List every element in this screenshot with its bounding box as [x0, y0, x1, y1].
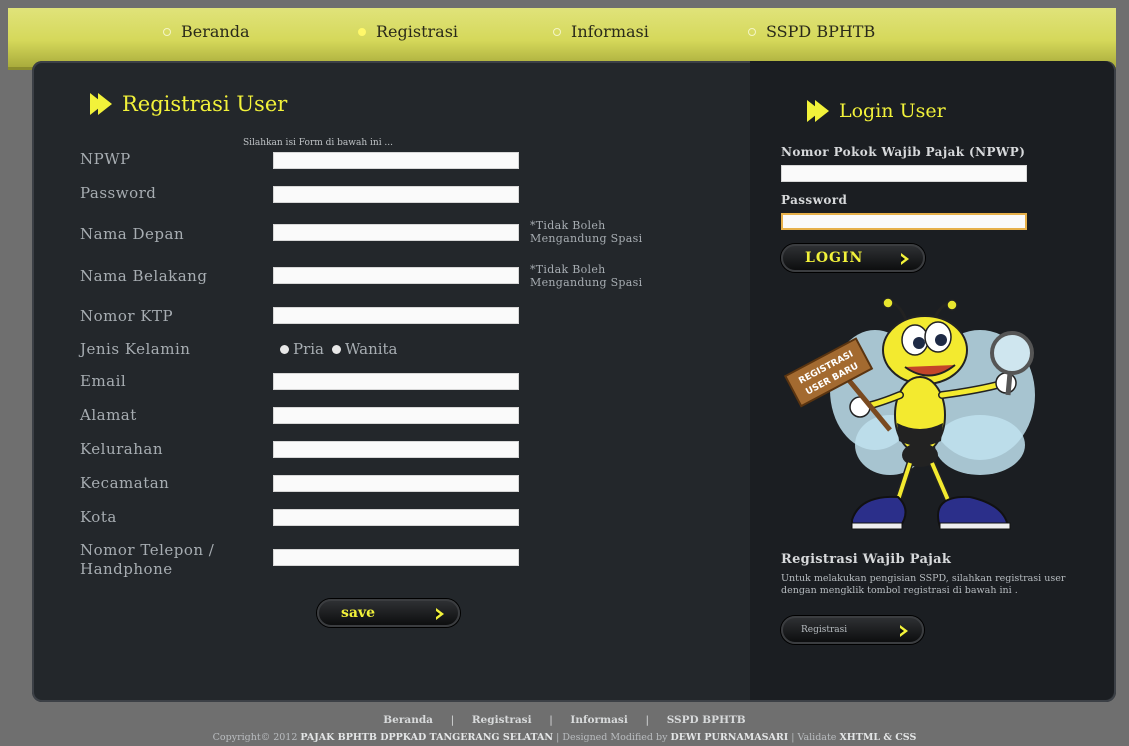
login-title-text: Login User [839, 100, 946, 122]
radio-wanita[interactable]: Wanita [332, 340, 398, 358]
nomor-ktp-field[interactable] [273, 307, 519, 324]
kecamatan-field[interactable] [273, 475, 519, 492]
bullet-icon [553, 27, 561, 36]
nama-depan-label: Nama Depan [80, 225, 185, 243]
footer-separator: | [450, 714, 455, 726]
login-password-label: Password [781, 193, 848, 207]
shoe-right [937, 495, 1010, 528]
footer-link-registrasi[interactable]: Registrasi [472, 714, 532, 726]
password-field[interactable] [273, 186, 519, 203]
login-button-label: LOGIN [805, 250, 864, 266]
radio-wanita-label: Wanita [345, 340, 398, 358]
footer-nav: Beranda | Registrasi | Informasi | SSPD … [0, 714, 1129, 726]
login-title: Login User [807, 100, 946, 122]
bullet-icon [358, 27, 366, 36]
nomor-ktp-label: Nomor KTP [80, 307, 174, 325]
nama-belakang-field[interactable] [273, 267, 519, 284]
double-chevron-icon [90, 93, 112, 115]
footer-link-sspd-bphtb[interactable]: SSPD BPHTB [667, 714, 746, 726]
register-box-text: Untuk melakukan pengisian SSPD, silahkan… [781, 573, 1066, 596]
antenna-tip-left [882, 297, 894, 309]
password-label: Password [80, 184, 157, 202]
nav-item-registrasi[interactable]: Registrasi [358, 22, 458, 41]
kecamatan-label: Kecamatan [80, 474, 170, 492]
registrasi-button-label: Registrasi [801, 625, 848, 635]
chevron-right-icon [901, 253, 909, 265]
designer-name: DEWI PURNAMASARI [670, 732, 789, 743]
pupil-left [913, 337, 925, 349]
telepon-field[interactable] [273, 549, 519, 566]
bullet-icon [748, 27, 756, 36]
email-field[interactable] [273, 373, 519, 390]
form-subtitle: Silahkan isi Form di bawah ini ... [243, 138, 394, 148]
kota-label: Kota [80, 508, 117, 526]
wing-right-low [935, 415, 1025, 475]
nama-belakang-label: Nama Belakang [80, 267, 208, 285]
leg-right-fill [930, 462, 950, 501]
npwp-field[interactable] [273, 152, 519, 169]
kelurahan-label: Kelurahan [80, 440, 164, 458]
registration-title-text: Registrasi User [122, 92, 288, 116]
alamat-label: Alamat [80, 406, 137, 424]
validate-links[interactable]: XHTML & CSS [839, 732, 916, 743]
save-button-label: save [341, 605, 375, 621]
validate-text: | Validate [788, 732, 840, 743]
radio-pria-label: Pria [293, 340, 325, 358]
chevron-right-icon [436, 608, 444, 620]
login-npwp-field[interactable] [781, 165, 1027, 182]
bee-mascot-illustration: REGISTRASI USER BARU [783, 297, 1035, 530]
designed-by-text: | Designed Modified by [553, 732, 671, 743]
radio-icon[interactable] [332, 344, 342, 354]
nav-label: Informasi [571, 22, 649, 41]
sole-right [939, 522, 1011, 530]
nav-label: Beranda [181, 22, 250, 41]
login-button[interactable]: LOGIN [781, 244, 925, 272]
magnifier-handle [1005, 372, 1013, 396]
gender-radio-group: Pria Wanita [280, 340, 398, 358]
footer-link-beranda[interactable]: Beranda [383, 714, 433, 726]
copyright-owner: PAJAK BPHTB DPPKAD TANGERANG SELATAN [300, 732, 554, 743]
radio-pria[interactable]: Pria [280, 340, 324, 358]
sole-left [851, 522, 903, 530]
kota-field[interactable] [273, 509, 519, 526]
nama-depan-note: *Tidak Boleh Mengandung Spasi [530, 219, 643, 245]
radio-icon[interactable] [280, 344, 289, 354]
telepon-label: Nomor Telepon / Handphone [80, 541, 215, 578]
footer-separator: | [645, 714, 650, 726]
pupil-right [935, 334, 947, 346]
jenis-kelamin-label: Jenis Kelamin [80, 340, 191, 358]
bullet-icon [163, 27, 171, 36]
kelurahan-field[interactable] [273, 441, 519, 458]
alamat-field[interactable] [273, 407, 519, 424]
footer-separator: | [549, 714, 553, 726]
login-npwp-label: Nomor Pokok Wajib Pajak (NPWP) [781, 145, 1026, 159]
nav-item-beranda[interactable]: Beranda [163, 22, 250, 41]
registrasi-button[interactable]: Registrasi [781, 616, 924, 644]
copyright-line: Copyright© 2012 PAJAK BPHTB DPPKAD TANGE… [0, 732, 1129, 743]
shoe-left [851, 495, 907, 528]
footer-link-informasi[interactable]: Informasi [570, 714, 627, 726]
login-password-field[interactable] [781, 213, 1027, 230]
nav-label: SSPD BPHTB [766, 22, 876, 41]
nav-item-informasi[interactable]: Informasi [553, 22, 649, 41]
double-chevron-icon [807, 100, 829, 122]
antenna-tip-right [946, 299, 958, 311]
chevron-right-icon [900, 625, 908, 637]
registration-title: Registrasi User [90, 92, 288, 116]
nama-depan-field[interactable] [273, 224, 519, 241]
nav-label: Registrasi [376, 22, 459, 41]
copyright-prefix: Copyright© 2012 [212, 732, 301, 743]
register-box-title: Registrasi Wajib Pajak [781, 552, 952, 567]
npwp-label: NPWP [80, 150, 131, 168]
save-button[interactable]: save [317, 599, 460, 627]
nav-item-sspd-bphtb[interactable]: SSPD BPHTB [748, 22, 875, 41]
email-label: Email [80, 372, 127, 390]
magnifier-icon [990, 331, 1034, 375]
nama-belakang-note: *Tidak Boleh Mengandung Spasi [530, 263, 643, 289]
